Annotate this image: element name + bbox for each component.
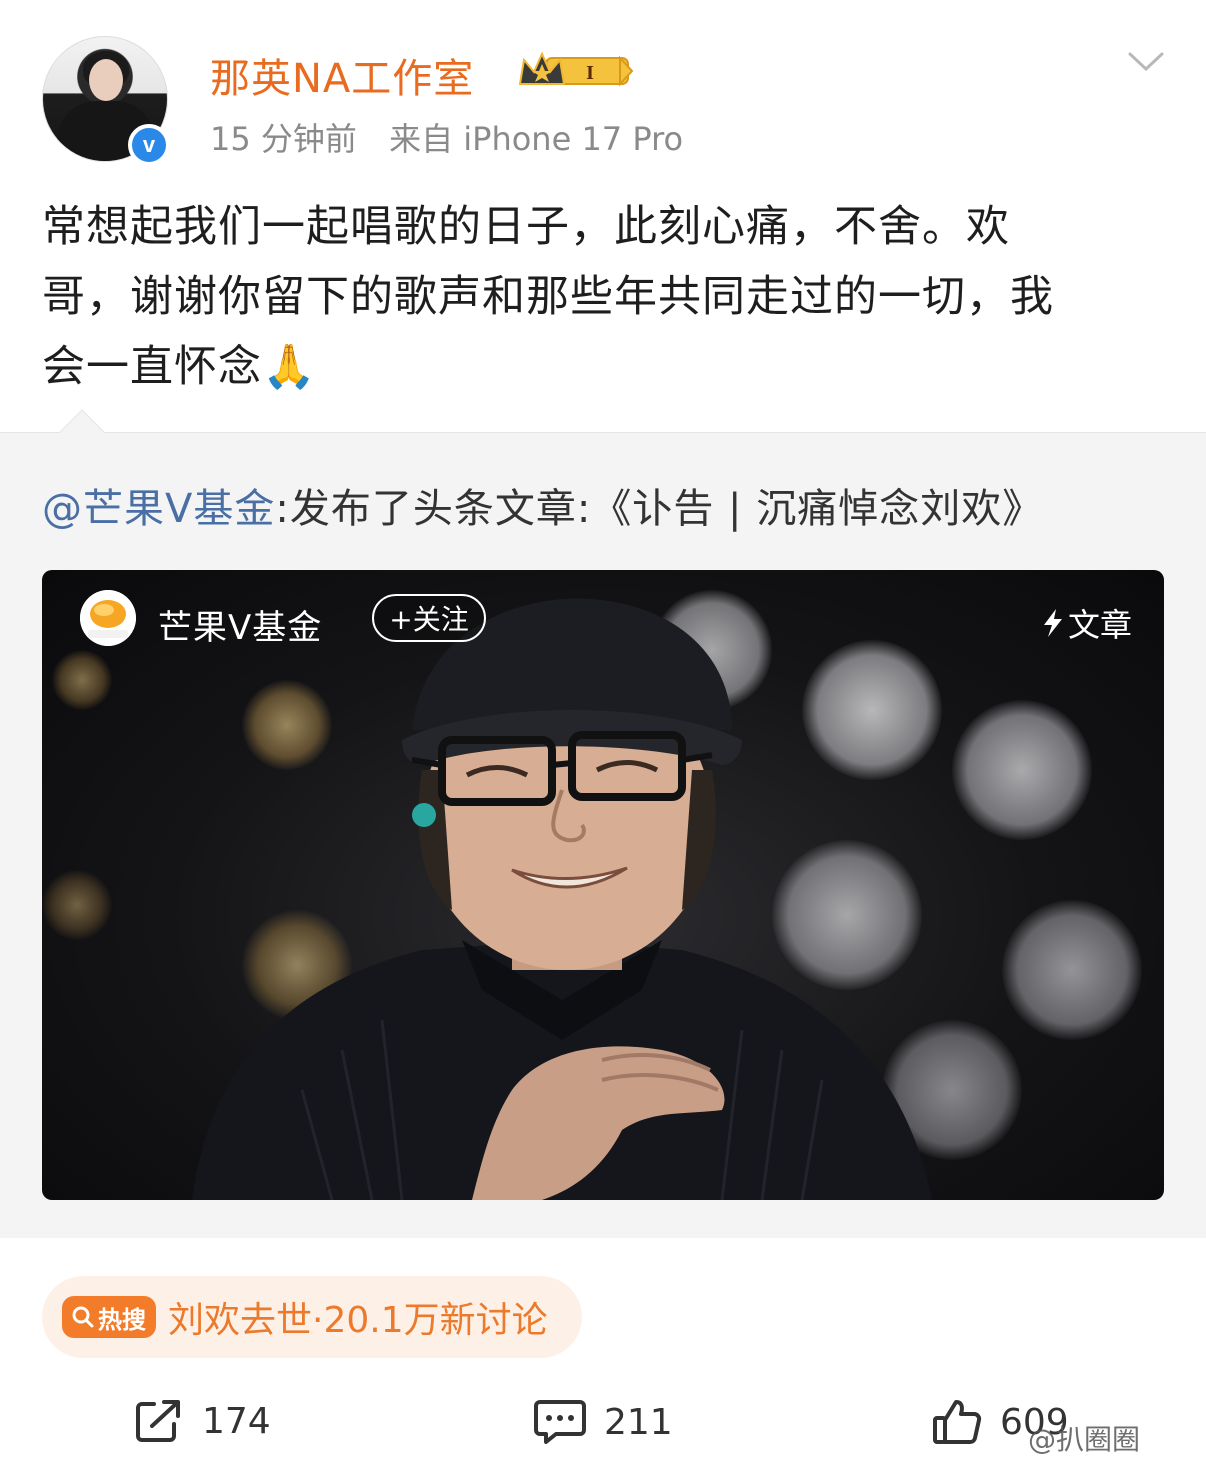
action-bar: 174 211 609 (0, 1380, 1206, 1467)
comment-count: 211 (604, 1401, 673, 1443)
repost-mention[interactable]: @芒果V基金 (42, 486, 275, 532)
repost-count: 174 (202, 1400, 271, 1442)
verified-badge-icon: v (128, 124, 170, 166)
post-text-line: 常想起我们一起唱歌的日子，此刻心痛，不舍。欢 (42, 202, 1010, 252)
username[interactable]: 那英NA工作室 (210, 46, 474, 104)
post-meta: 15 分钟前 来自 iPhone 17 Pro (210, 114, 683, 160)
singer-photo (192, 598, 932, 1200)
mango-logo-icon (80, 590, 136, 646)
comment-icon (534, 1400, 586, 1444)
hot-search-badge-label: 热搜 (98, 1305, 146, 1334)
chevron-down-icon[interactable] (1126, 50, 1166, 74)
article-card[interactable]: 芒果V基金 +关注 文章 (42, 570, 1164, 1200)
post-text: 常想起我们一起唱歌的日子，此刻心痛，不舍。欢 哥，谢谢你留下的歌声和那些年共同走… (42, 192, 1162, 402)
article-tag: 文章 (1042, 600, 1132, 646)
article-tag-label: 文章 (1068, 606, 1133, 644)
repost-text: @芒果V基金:发布了头条文章:《讣告 | 沉痛悼念刘欢》 (42, 476, 1043, 534)
member-crown-icon: I (518, 51, 634, 87)
post-time: 15 分钟前 (210, 120, 357, 158)
post-text-line: 会一直怀念🙏 (42, 342, 317, 392)
comment-button[interactable]: 211 (534, 1398, 673, 1446)
search-icon (72, 1306, 94, 1328)
follow-button[interactable]: +关注 (372, 594, 486, 642)
hot-search-pill[interactable]: 热搜 刘欢去世·20.1万新讨论 (42, 1276, 582, 1358)
post-text-line: 哥，谢谢你留下的歌声和那些年共同走过的一切，我 (42, 272, 1054, 322)
repost-content: :发布了头条文章:《讣告 | 沉痛悼念刘欢》 (275, 486, 1044, 532)
lightning-icon (1044, 609, 1062, 637)
watermark: @扒圈圈 (1028, 1423, 1141, 1456)
card-source-name[interactable]: 芒果V基金 (158, 600, 322, 649)
post-header: v 那英NA工作室 I 15 分钟前 来自 iPhone 17 Pro (0, 0, 1206, 180)
repost-button[interactable]: 174 (134, 1398, 271, 1444)
share-icon (136, 1400, 180, 1442)
hot-search-badge: 热搜 (62, 1296, 156, 1338)
thumbs-up-icon (933, 1400, 982, 1444)
post-source: 来自 iPhone 17 Pro (389, 120, 684, 158)
hot-search-text: 刘欢去世·20.1万新讨论 (168, 1300, 548, 1341)
member-level: I (586, 62, 594, 84)
avatar-face (89, 59, 123, 101)
